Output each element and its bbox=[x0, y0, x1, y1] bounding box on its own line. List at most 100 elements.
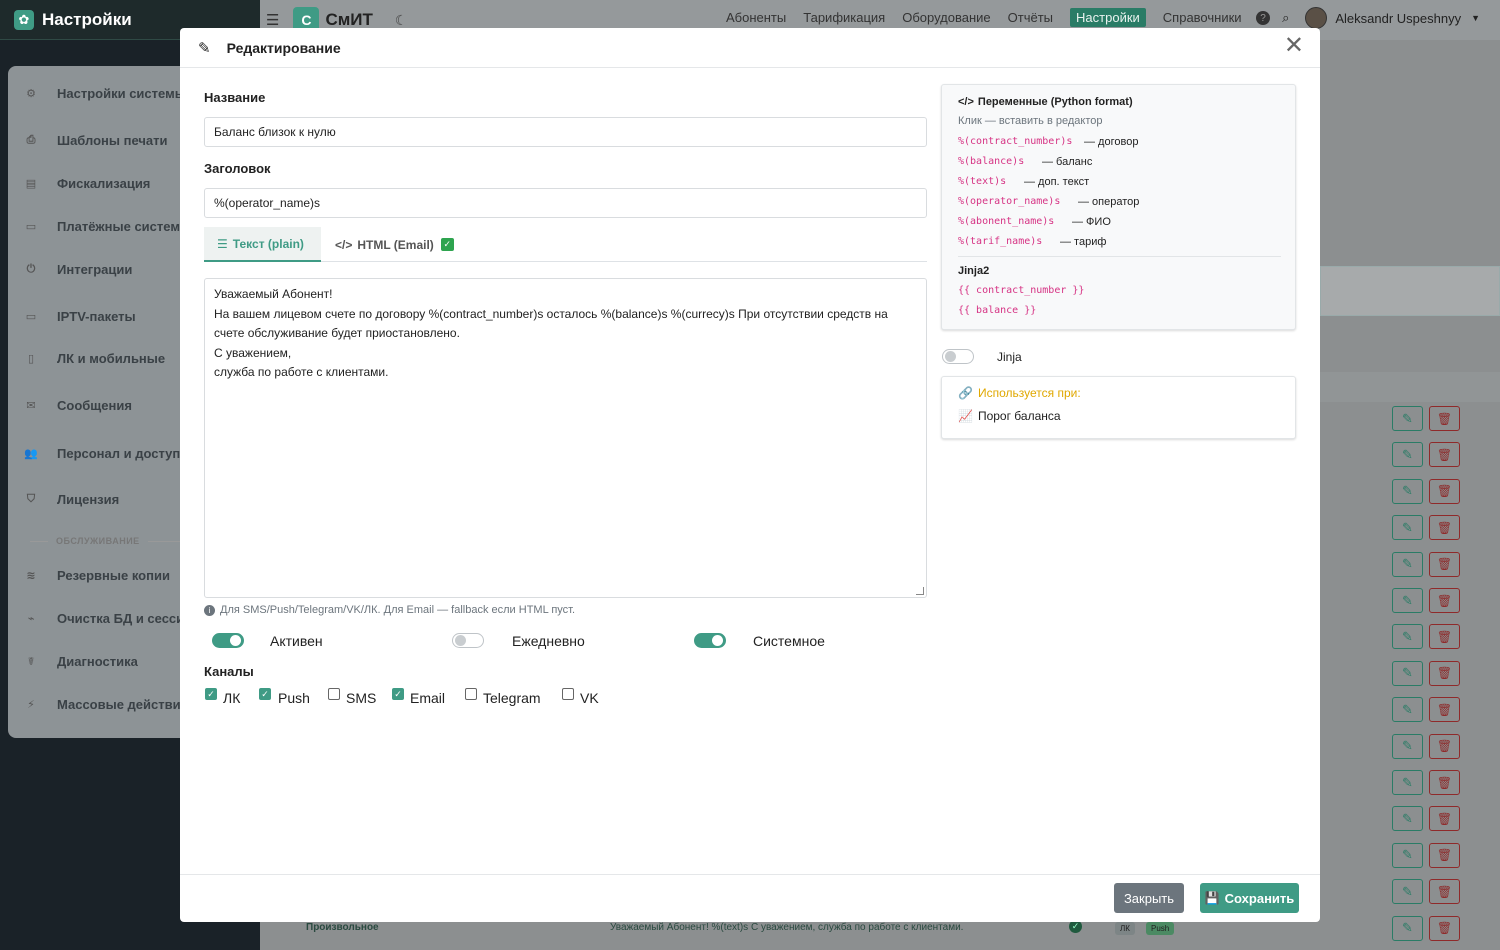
toggle-label: Ежедневно bbox=[512, 633, 585, 649]
sidebar-item[interactable]: ▤ Фискализация bbox=[22, 176, 151, 191]
link-icon: 🔗 bbox=[958, 386, 973, 400]
row-delete-button[interactable]: 🗑 bbox=[1429, 697, 1460, 723]
name-input[interactable]: Баланс близок к нулю bbox=[204, 117, 927, 147]
row-delete-button[interactable]: 🗑 bbox=[1429, 515, 1460, 541]
nav-item[interactable]: Оборудование bbox=[902, 10, 990, 27]
nav-item[interactable]: Настройки bbox=[1070, 8, 1146, 27]
jinja-toggle[interactable] bbox=[942, 349, 974, 364]
brand-name[interactable]: СмИТ bbox=[325, 10, 372, 30]
close-button[interactable]: Закрыть bbox=[1114, 883, 1184, 913]
sidebar-item[interactable]: ⎙ Шаблоны печати bbox=[22, 133, 168, 148]
toggle-switch[interactable] bbox=[694, 633, 726, 648]
nav-item[interactable]: Отчёты bbox=[1008, 10, 1053, 27]
sidebar-item[interactable]: ▯ ЛК и мобильные bbox=[22, 351, 165, 366]
body-textarea[interactable]: Уважаемый Абонент! На вашем лицевом счете… bbox=[204, 278, 927, 598]
menu-icon[interactable]: ☰ bbox=[266, 11, 279, 29]
sidebar-item[interactable]: ☤ Диагностика bbox=[22, 654, 138, 669]
moon-icon[interactable]: ☾ bbox=[395, 12, 408, 29]
channel-checkbox[interactable]: ✓ bbox=[392, 688, 404, 700]
tab-plain-text[interactable]: ☰ Текст (plain) bbox=[204, 227, 321, 262]
variable-desc: — доп. текст bbox=[1024, 176, 1090, 188]
used-in-item[interactable]: 📈 Порог баланса bbox=[958, 409, 1061, 423]
sidebar-item[interactable]: 👥 Персонал и доступ bbox=[22, 446, 180, 461]
row-edit-button[interactable]: ✎ bbox=[1392, 697, 1423, 723]
row-edit-button[interactable]: ✎ bbox=[1392, 588, 1423, 613]
row-edit-button[interactable]: ✎ bbox=[1392, 915, 1423, 941]
row-edit-button[interactable]: ✎ bbox=[1392, 879, 1423, 905]
row-edit-button[interactable]: ✎ bbox=[1392, 406, 1423, 431]
variable-item[interactable]: %(tarif_name)s — тариф bbox=[958, 236, 1106, 248]
row-edit-button[interactable]: ✎ bbox=[1392, 806, 1423, 832]
row-delete-button[interactable]: 🗑 bbox=[1429, 842, 1460, 868]
row-delete-button[interactable]: 🗑 bbox=[1429, 442, 1460, 468]
tab-bar: ☰ Текст (plain) </> HTML (Email) ✓ bbox=[204, 227, 927, 262]
row-edit-button[interactable]: ✎ bbox=[1392, 660, 1423, 686]
row-delete-button[interactable]: 🗑 bbox=[1429, 551, 1460, 577]
tab-html-email[interactable]: </> HTML (Email) ✓ bbox=[321, 227, 471, 262]
sidebar-item[interactable]: ▭ Платёжные системы bbox=[22, 219, 191, 234]
sidebar-item[interactable]: ✉ Сообщения bbox=[22, 398, 132, 413]
row-edit-button[interactable]: ✎ bbox=[1392, 842, 1423, 868]
subject-input[interactable]: %(operator_name)s bbox=[204, 188, 927, 218]
row-delete-button[interactable]: 🗑 bbox=[1429, 478, 1460, 504]
toggle-switch[interactable] bbox=[452, 633, 484, 648]
variable-item[interactable]: %(balance)s — баланс bbox=[958, 156, 1092, 168]
sidebar-item[interactable]: ⚙ Настройки системы bbox=[22, 86, 186, 101]
sidebar-section-label: ОБСЛУЖИВАНИЕ bbox=[30, 536, 188, 546]
caret-down-icon[interactable]: ▼ bbox=[1471, 13, 1480, 23]
close-icon[interactable]: ✕ bbox=[1284, 34, 1304, 58]
row-edit-button[interactable]: ✎ bbox=[1392, 624, 1423, 650]
plug-icon: ⏻ bbox=[26, 263, 36, 275]
sidebar-item[interactable]: ⚡ Массовые действия bbox=[22, 697, 188, 712]
user-name[interactable]: Aleksandr Uspeshnyy bbox=[1335, 11, 1461, 26]
row-delete-button[interactable]: 🗑 bbox=[1429, 806, 1460, 832]
row-edit-button[interactable]: ✎ bbox=[1392, 515, 1423, 541]
save-button[interactable]: 💾 Сохранить bbox=[1200, 883, 1299, 913]
row-delete-button[interactable]: 🗑 bbox=[1429, 770, 1460, 795]
sidebar-item-label: Резервные копии bbox=[57, 568, 170, 583]
sidebar-item[interactable]: ≋ Резервные копии bbox=[22, 568, 170, 583]
variables-subtitle: Клик — вставить в редактор bbox=[958, 115, 1103, 127]
row-delete-button[interactable]: 🗑 bbox=[1429, 915, 1460, 941]
sidebar-item[interactable]: ⌁ Очистка БД и сессий bbox=[22, 611, 192, 626]
row-edit-button[interactable]: ✎ bbox=[1392, 770, 1423, 795]
gear-icon: ✿ bbox=[14, 9, 34, 30]
avatar[interactable] bbox=[1305, 7, 1328, 29]
row-edit-button[interactable]: ✎ bbox=[1392, 442, 1423, 468]
row-delete-button[interactable]: 🗑 bbox=[1429, 879, 1460, 905]
search-icon[interactable]: ⌕ bbox=[1282, 10, 1289, 26]
channel-checkbox[interactable] bbox=[328, 688, 340, 700]
row-delete-button[interactable]: 🗑 bbox=[1429, 660, 1460, 686]
channel-checkbox[interactable] bbox=[465, 688, 477, 700]
sidebar-item[interactable]: ▭ IPTV-пакеты bbox=[22, 309, 136, 324]
help-icon[interactable]: ? bbox=[1256, 11, 1271, 25]
pencil-icon: ✎ bbox=[198, 39, 211, 57]
row-delete-button[interactable]: 🗑 bbox=[1429, 624, 1460, 650]
row-edit-button[interactable]: ✎ bbox=[1392, 478, 1423, 504]
toggle-switch[interactable] bbox=[212, 633, 244, 648]
variable-desc: — тариф bbox=[1060, 236, 1107, 248]
variable-item[interactable]: %(abonent_name)s — ФИО bbox=[958, 216, 1111, 228]
variable-item[interactable]: %(contract_number)s — договор bbox=[958, 136, 1138, 148]
variable-item[interactable]: %(text)s — доп. текст bbox=[958, 176, 1089, 188]
variable-desc: — ФИО bbox=[1072, 216, 1111, 228]
resize-handle[interactable] bbox=[916, 587, 924, 595]
channel-checkbox[interactable]: ✓ bbox=[259, 688, 271, 700]
row-delete-button[interactable]: 🗑 bbox=[1429, 406, 1460, 431]
badge-push: Push bbox=[1146, 922, 1175, 935]
nav-item[interactable]: Тарификация bbox=[803, 10, 885, 27]
variable-item[interactable]: %(operator_name)s — оператор bbox=[958, 196, 1139, 208]
text-lines-icon: ☰ bbox=[217, 236, 228, 251]
channel-checkbox[interactable]: ✓ bbox=[205, 688, 217, 700]
nav-item[interactable]: Справочники bbox=[1163, 10, 1242, 27]
row-delete-button[interactable]: 🗑 bbox=[1429, 588, 1460, 613]
nav-item[interactable]: Абоненты bbox=[726, 10, 786, 27]
row-delete-button[interactable]: 🗑 bbox=[1429, 733, 1460, 759]
jinja-item[interactable]: {{ contract_number }} bbox=[958, 285, 1084, 296]
jinja-item[interactable]: {{ balance }} bbox=[958, 305, 1036, 316]
sidebar-item[interactable]: ⏻ Интеграции bbox=[22, 262, 133, 277]
row-edit-button[interactable]: ✎ bbox=[1392, 551, 1423, 577]
sidebar-item[interactable]: ⛉ Лицензия bbox=[22, 492, 119, 507]
channel-checkbox[interactable] bbox=[562, 688, 574, 700]
row-edit-button[interactable]: ✎ bbox=[1392, 733, 1423, 759]
